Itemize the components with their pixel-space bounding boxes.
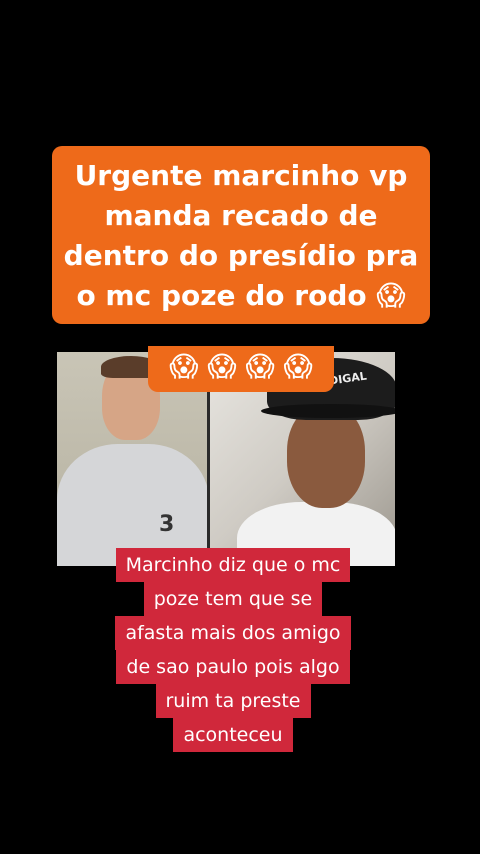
shirt-number: 3 [159,512,175,537]
caption-line: aconteceu [173,718,293,752]
caption-line: afasta mais dos amigo [115,616,351,650]
caption-line: de sao paulo pois algo [116,650,350,684]
headline-sticker: Urgente marcinho vp manda recado de dent… [52,146,430,324]
scream-emoji-icons: 😱 😱 😱 😱 [169,350,313,383]
caption-line: ruim ta preste [155,684,311,718]
caption-line: poze tem que se [143,582,323,616]
headline-emoji-row: 😱 😱 😱 😱 [148,346,334,392]
caption-line: Marcinho diz que o mc [115,548,351,582]
person-right-hat-brim [261,404,395,418]
story-view[interactable]: 3 DIGAL Urgente marcinho vp manda recado… [0,0,480,854]
caption-sticker: Marcinho diz que o mc poze tem que se af… [96,548,370,752]
headline-text: Urgente marcinho vp manda recado de dent… [63,159,419,312]
